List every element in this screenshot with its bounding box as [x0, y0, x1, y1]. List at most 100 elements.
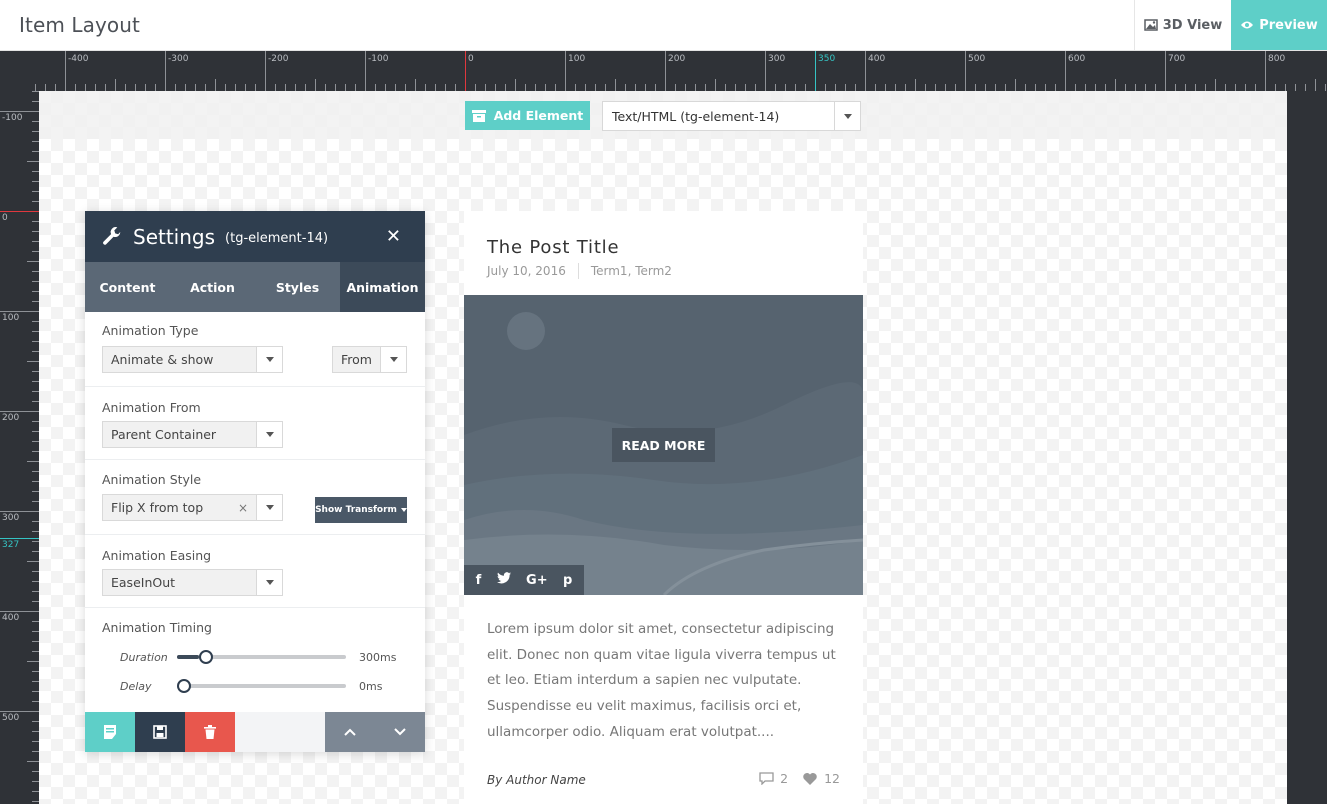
- animation-type-select[interactable]: Animate & show: [102, 346, 283, 373]
- ruler-tick: [935, 84, 936, 91]
- ruler-label: -100: [368, 54, 389, 64]
- delay-slider[interactable]: [177, 679, 346, 693]
- ruler-tick: [0, 211, 39, 212]
- tab-animation[interactable]: Animation: [340, 262, 425, 312]
- post-excerpt: Lorem ipsum dolor sit amet, consectetur …: [487, 621, 836, 740]
- ruler-tick: [1025, 84, 1026, 91]
- animation-direction-select[interactable]: From: [332, 346, 407, 373]
- ruler-tick: [75, 84, 76, 91]
- clear-icon[interactable]: ×: [238, 501, 248, 515]
- duration-value: 300ms: [359, 650, 397, 664]
- ruler-label: 500: [968, 54, 986, 64]
- ruler-tick: [705, 84, 706, 91]
- ruler-tick: [1305, 84, 1306, 91]
- chevron-down-icon[interactable]: [834, 102, 860, 130]
- ruler-label: 400: [868, 54, 886, 64]
- ruler-tick: [32, 431, 39, 432]
- horizontal-ruler[interactable]: -400 -300 -200 -100 0 100 200 300 350 400 500 600 70…: [0, 51, 1327, 91]
- ruler-tick: [32, 541, 39, 542]
- duration-slider[interactable]: [177, 650, 346, 664]
- element-select[interactable]: Text/HTML (tg-element-14): [602, 101, 861, 131]
- ruler-tick: [305, 84, 306, 91]
- pinterest-icon[interactable]: p: [563, 573, 572, 588]
- ruler-tick: [965, 51, 966, 91]
- ruler-tick: [405, 84, 406, 91]
- move-down-button[interactable]: [375, 712, 425, 752]
- tab-action[interactable]: Action: [170, 262, 255, 312]
- move-up-button[interactable]: [325, 712, 375, 752]
- save-button[interactable]: [135, 712, 185, 752]
- tab-styles[interactable]: Styles: [255, 262, 340, 312]
- ruler-tick: [675, 84, 676, 91]
- chevron-down-icon[interactable]: [256, 495, 282, 520]
- read-more-button[interactable]: READ MORE: [612, 428, 715, 462]
- ruler-tick: [845, 84, 846, 91]
- post-card[interactable]: The Post Title July 10, 2016 Term1, Term…: [464, 211, 863, 804]
- post-terms[interactable]: Term1, Term2: [591, 264, 672, 278]
- ruler-tick: [32, 691, 39, 692]
- post-meta: July 10, 2016 Term1, Term2: [487, 263, 672, 279]
- ruler-tick: [195, 84, 196, 91]
- tab-content[interactable]: Content: [85, 262, 170, 312]
- comment-icon[interactable]: [759, 772, 774, 785]
- facebook-icon[interactable]: f: [476, 573, 482, 588]
- wrench-icon: [103, 226, 121, 245]
- chevron-down-icon[interactable]: [256, 422, 282, 447]
- ruler-tick: [615, 79, 616, 91]
- post-media[interactable]: READ MORE f G+ p: [464, 295, 863, 595]
- ruler-tick: [665, 51, 666, 91]
- ruler-label: -300: [168, 54, 189, 64]
- ruler-tick: [1185, 84, 1186, 91]
- animation-from-select[interactable]: Parent Container: [102, 421, 283, 448]
- notes-button[interactable]: [85, 712, 135, 752]
- ruler-tick: [1325, 84, 1326, 91]
- preview-label: Preview: [1259, 17, 1318, 33]
- ruler-tick: [1195, 84, 1196, 91]
- close-icon[interactable]: ✕: [386, 226, 401, 247]
- settings-header[interactable]: Settings (tg-element-14) ✕: [85, 211, 425, 262]
- delete-button[interactable]: [185, 712, 235, 752]
- 3d-view-button[interactable]: 3D View: [1134, 0, 1231, 50]
- ruler-tick: [27, 261, 39, 262]
- ruler-tick: [695, 84, 696, 91]
- add-element-button[interactable]: Add Element: [465, 101, 590, 130]
- comment-count: 2: [780, 771, 789, 786]
- ruler-tick: [1285, 84, 1286, 91]
- vertical-ruler[interactable]: -100 0 100 200 300 327 400 500: [0, 91, 39, 804]
- ruler-tick: [1215, 79, 1216, 91]
- show-transform-button[interactable]: Show Transform: [315, 497, 407, 523]
- chevron-down-icon[interactable]: [256, 570, 282, 595]
- ruler-tick: [32, 581, 39, 582]
- delay-value: 0ms: [359, 679, 383, 693]
- ruler-tick: [205, 84, 206, 91]
- duration-handle[interactable]: [198, 650, 213, 664]
- ruler-tick: [32, 481, 39, 482]
- footer-spacer: [235, 712, 325, 752]
- twitter-icon[interactable]: [496, 572, 511, 588]
- chevron-down-icon[interactable]: [380, 347, 406, 372]
- ruler-tick: [1135, 84, 1136, 91]
- preview-button[interactable]: Preview: [1231, 0, 1327, 50]
- ruler-tick: [925, 84, 926, 91]
- ruler-tick: [445, 84, 446, 91]
- post-author[interactable]: By Author Name: [487, 773, 586, 787]
- google-plus-icon[interactable]: G+: [526, 573, 548, 588]
- ruler-tick: [575, 84, 576, 91]
- animation-direction-value: From: [341, 352, 372, 367]
- heart-icon[interactable]: [802, 772, 818, 786]
- chevron-down-icon[interactable]: [256, 347, 282, 372]
- ruler-tick: [32, 131, 39, 132]
- ruler-tick: [785, 84, 786, 91]
- post-title[interactable]: The Post Title: [487, 237, 619, 258]
- ruler-tick: [565, 51, 566, 91]
- ruler-tick: [55, 84, 56, 91]
- ruler-tick: [435, 84, 436, 91]
- delay-handle[interactable]: [177, 679, 191, 693]
- ruler-tick: [145, 84, 146, 91]
- ruler-tick: [735, 84, 736, 91]
- ruler-tick: [0, 111, 39, 112]
- ruler-tick: [32, 151, 39, 152]
- ruler-tick: [65, 51, 66, 91]
- animation-easing-select[interactable]: EaseInOut: [102, 569, 283, 596]
- animation-style-select[interactable]: Flip X from top ×: [102, 494, 283, 521]
